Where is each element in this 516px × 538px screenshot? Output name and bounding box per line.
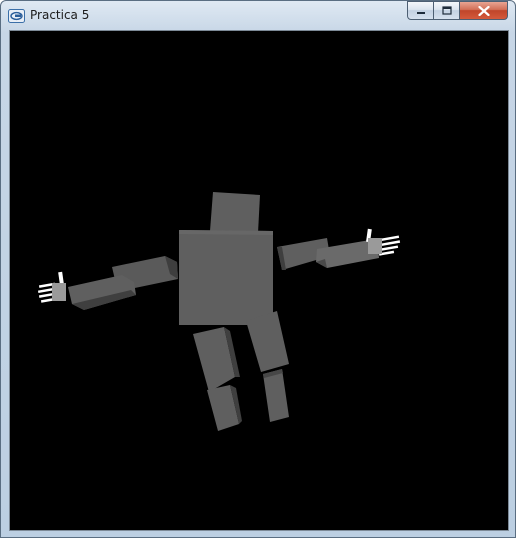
minimize-button[interactable] (407, 1, 434, 20)
robot-right-hand (366, 228, 401, 256)
window-title: Practica 5 (30, 8, 90, 22)
minimize-icon (416, 11, 425, 14)
maximize-button[interactable] (433, 1, 460, 20)
robot-head (210, 192, 260, 233)
robot-scene (37, 192, 401, 431)
close-button[interactable] (459, 1, 508, 20)
close-icon (477, 5, 490, 16)
gl-viewport[interactable] (9, 30, 509, 531)
maximize-icon (441, 6, 452, 15)
title-bar[interactable]: Practica 5 (1, 1, 515, 29)
robot-left-hand (37, 271, 66, 303)
app-window: Practica 5 (0, 0, 516, 538)
robot-right-thigh (246, 311, 289, 372)
robot-torso (179, 230, 273, 325)
opengl-window-icon[interactable] (8, 8, 25, 23)
